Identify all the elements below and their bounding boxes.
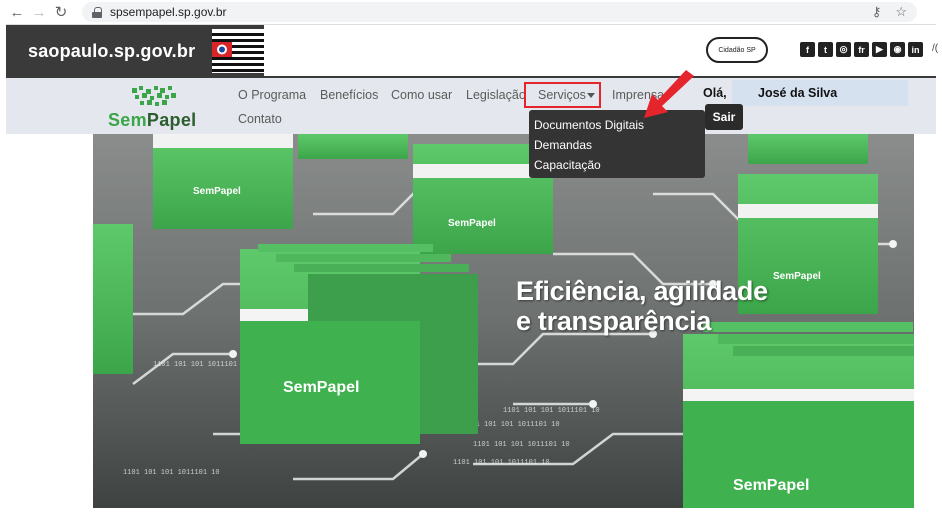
hero-banner: 1101 101 101 1011101 10 1101 101 101 101… xyxy=(93,134,914,508)
star-icon[interactable]: ☆ xyxy=(895,4,907,20)
hero-illustration: 1101 101 101 1011101 10 1101 101 101 101… xyxy=(93,134,914,508)
sp-flag-icon xyxy=(212,29,264,73)
logout-button[interactable]: Sair xyxy=(705,104,743,130)
dropdown-item-demandas[interactable]: Demandas xyxy=(529,135,705,155)
greeting-label: Olá, xyxy=(703,86,727,100)
svg-text:1101 101 101 1011101 10: 1101 101 101 1011101 10 xyxy=(473,441,570,449)
cidadao-sp-button[interactable]: Cidadão SP xyxy=(706,37,768,63)
svg-text:SemPapel: SemPapel xyxy=(283,379,359,396)
lock-icon xyxy=(92,6,102,18)
dropdown-item-capacitacao[interactable]: Capacitação xyxy=(529,155,705,175)
facebook-icon[interactable]: f xyxy=(800,42,815,57)
svg-text:SemPapel: SemPapel xyxy=(773,271,821,282)
address-bar[interactable]: spsempapel.sp.gov.br ⚷ ☆ xyxy=(82,2,917,22)
user-name: José da Silva xyxy=(758,86,838,100)
flickr-icon[interactable]: fr xyxy=(854,42,869,57)
periscope-icon[interactable]: ◉ xyxy=(890,42,905,57)
site-nav: SemPapel O Programa Benefícios Como usar… xyxy=(6,76,936,134)
gov-site-name[interactable]: saopaulo.sp.gov.br xyxy=(28,41,195,62)
svg-text:1101 101 101 1011101 10: 1101 101 101 1011101 10 xyxy=(123,469,220,477)
gov-header-trailing-text: /( xyxy=(932,43,939,54)
sempapel-logo-text: SemPapel xyxy=(108,110,197,130)
youtube-icon[interactable]: ▶ xyxy=(872,42,887,57)
url-text: spsempapel.sp.gov.br xyxy=(110,5,227,19)
red-arrow-icon xyxy=(644,70,694,118)
menu-contato[interactable]: Contato xyxy=(238,112,282,126)
sempapel-logo-icon xyxy=(132,86,176,106)
svg-text:1101 101 101 1011101 10: 1101 101 101 1011101 10 xyxy=(153,361,250,369)
menu-legislacao[interactable]: Legislação xyxy=(466,88,526,102)
svg-text:SemPapel: SemPapel xyxy=(733,477,809,494)
linkedin-icon[interactable]: in xyxy=(908,42,923,57)
browser-toolbar: ← → ↻ spsempapel.sp.gov.br ⚷ ☆ xyxy=(0,0,942,24)
hero-headline: Eficiência, agilidade e transparência xyxy=(516,276,768,336)
twitter-icon[interactable]: t xyxy=(818,42,833,57)
svg-text:SemPapel: SemPapel xyxy=(193,186,241,197)
sempapel-logo[interactable]: SemPapel xyxy=(106,82,206,132)
forward-icon[interactable]: → xyxy=(28,1,50,23)
menu-como-usar[interactable]: Como usar xyxy=(391,88,452,102)
instagram-icon[interactable]: ◎ xyxy=(836,42,851,57)
menu-beneficios[interactable]: Benefícios xyxy=(320,88,378,102)
gov-header: saopaulo.sp.gov.br Cidadão SP f t ◎ fr ▶… xyxy=(6,24,939,77)
social-links: f t ◎ fr ▶ ◉ in xyxy=(800,42,923,57)
chevron-down-icon xyxy=(587,93,595,98)
menu-o-programa[interactable]: O Programa xyxy=(238,88,306,102)
svg-text:SemPapel: SemPapel xyxy=(448,218,496,229)
back-icon[interactable]: ← xyxy=(6,1,28,23)
gov-brand-bar: saopaulo.sp.gov.br xyxy=(6,25,264,77)
menu-servicos[interactable]: Serviços xyxy=(538,88,586,102)
reload-icon[interactable]: ↻ xyxy=(50,1,72,23)
svg-text:1101 101 101 1011101 10: 1101 101 101 1011101 10 xyxy=(503,407,600,415)
key-icon[interactable]: ⚷ xyxy=(872,4,882,20)
svg-text:1101 101 101 1011101 10: 1101 101 101 1011101 10 xyxy=(453,459,550,467)
